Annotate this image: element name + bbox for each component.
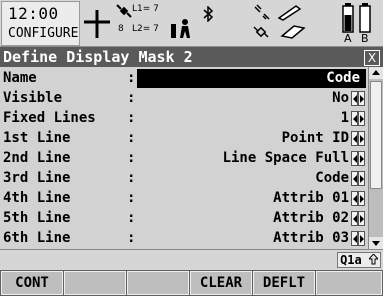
field-label: Name (3, 70, 37, 86)
softkey-bar: CONT CLEAR DEFLT (0, 270, 383, 296)
memory-card-icon (280, 25, 306, 39)
choice-arrows-icon[interactable] (351, 171, 366, 186)
field-row-6th-line[interactable]: 6th Line : Attrib 03 (0, 229, 368, 248)
line5-choice-value[interactable]: Attrib 02 (273, 209, 349, 228)
battery-b-icon (359, 3, 371, 33)
line1-choice-value[interactable]: Point ID (282, 129, 349, 148)
field-row-1st-line[interactable]: 1st Line : Point ID (0, 129, 368, 148)
keyboard-mode-indicator: Q1a (337, 252, 381, 268)
softkey-f4-clear[interactable]: CLEAR (190, 271, 252, 295)
time-display: 12:00 (8, 4, 59, 23)
position-crosshair-icon (84, 10, 110, 38)
radio-link-icon (254, 4, 270, 20)
fixed-lines-choice-value[interactable]: 1 (341, 109, 349, 128)
l1-satellite-count: L1= 7 (132, 4, 159, 14)
satellite-tracking-icon (253, 26, 269, 38)
choice-arrows-icon[interactable] (351, 231, 366, 246)
field-label: 3rd Line (3, 170, 71, 186)
field-label: Fixed Lines (3, 110, 96, 126)
page-title: Define Display Mask 2 (3, 48, 193, 66)
field-colon: : (127, 230, 136, 246)
field-colon: : (127, 90, 136, 106)
field-row-visible[interactable]: Visible : No (0, 89, 368, 108)
choice-arrows-icon[interactable] (351, 131, 366, 146)
field-label: 5th Line (3, 210, 71, 226)
softkey-f1-cont[interactable]: CONT (1, 271, 63, 295)
field-colon: : (127, 110, 136, 126)
input-status-line: Q1a (0, 249, 383, 270)
mode-display: CONFIGURE (8, 26, 79, 41)
softkey-f6[interactable] (316, 271, 382, 295)
battery-a-label: A (344, 32, 352, 45)
field-colon: : (127, 130, 136, 146)
status-bar: 12:00 CONFIGURE L1= 7 8 L2= 7 A B (0, 0, 383, 47)
bluetooth-icon (203, 6, 214, 22)
field-colon: : (127, 170, 136, 186)
satellite-icon (116, 4, 132, 18)
name-input[interactable]: Code (137, 69, 366, 88)
choice-arrows-icon[interactable] (351, 91, 366, 106)
choice-arrows-icon[interactable] (351, 111, 366, 126)
line4-choice-value[interactable]: Attrib 01 (273, 189, 349, 208)
field-colon: : (127, 150, 136, 166)
visible-choice-value[interactable]: No (332, 89, 349, 108)
time-mode-box: 12:00 CONFIGURE (1, 1, 80, 46)
line6-choice-value[interactable]: Attrib 03 (273, 229, 349, 248)
softkey-f5-deflt[interactable]: DEFLT (253, 271, 315, 295)
softkey-f2[interactable] (64, 271, 126, 295)
window-titlebar: Define Display Mask 2 X (0, 47, 383, 67)
stylus-icon (277, 5, 302, 21)
field-colon: : (127, 70, 136, 86)
status-icons: L1= 7 8 L2= 7 A B (80, 0, 383, 46)
battery-b-label: B (361, 32, 369, 45)
vertical-scrollbar[interactable] (368, 67, 383, 249)
field-label: 4th Line (3, 190, 71, 206)
scroll-up-icon[interactable] (369, 67, 383, 79)
line2-choice-value[interactable]: Line Space Full (223, 149, 349, 168)
field-row-3rd-line[interactable]: 3rd Line : Code (0, 169, 368, 188)
field-label: Visible (3, 90, 63, 106)
shift-arrow-icon (367, 253, 380, 265)
field-row-4th-line[interactable]: 4th Line : Attrib 01 (0, 189, 368, 208)
rover-person-icon (171, 19, 190, 38)
field-colon: : (127, 190, 136, 206)
close-button[interactable]: X (364, 50, 380, 66)
field-label: 2nd Line (3, 150, 71, 166)
scroll-thumb[interactable] (370, 81, 382, 189)
field-row-name[interactable]: Name : Code (0, 69, 368, 88)
keyboard-mode-text: Q1a (340, 253, 362, 267)
choice-arrows-icon[interactable] (351, 211, 366, 226)
field-label: 1st Line (3, 130, 71, 146)
field-row-5th-line[interactable]: 5th Line : Attrib 02 (0, 209, 368, 228)
field-row-fixed-lines[interactable]: Fixed Lines : 1 (0, 109, 368, 128)
l2-satellite-count: L2= 7 (132, 24, 159, 34)
field-label: 6th Line (3, 230, 71, 246)
l2-prefix: 8 (118, 24, 124, 34)
choice-arrows-icon[interactable] (351, 191, 366, 206)
field-colon: : (127, 210, 136, 226)
battery-a-icon (342, 3, 354, 33)
softkey-f3[interactable] (127, 271, 189, 295)
line3-choice-value[interactable]: Code (315, 169, 349, 188)
field-row-2nd-line[interactable]: 2nd Line : Line Space Full (0, 149, 368, 168)
choice-arrows-icon[interactable] (351, 151, 366, 166)
form-list: Name : Code Visible : No Fixed Lines : 1… (0, 67, 368, 249)
scroll-down-icon[interactable] (369, 237, 383, 249)
